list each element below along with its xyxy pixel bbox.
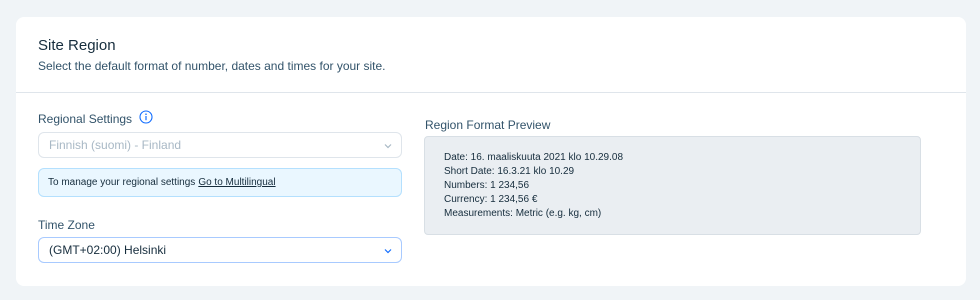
site-region-card: Site Region Select the default format of… <box>16 17 966 286</box>
time-zone-label: Time Zone <box>38 218 95 232</box>
card-header: Site Region Select the default format of… <box>38 37 386 74</box>
preview-currency: Currency: 1 234,56 € <box>444 194 538 205</box>
section-subtitle: Select the default format of number, dat… <box>38 59 386 73</box>
preview-measurements: Measurements: Metric (e.g. kg, cm) <box>444 208 602 219</box>
regional-settings-label: Regional Settings <box>38 112 133 126</box>
regional-settings-notice: To manage your regional settings Go to M… <box>38 168 402 197</box>
info-icon[interactable] <box>139 110 153 124</box>
chevron-down-icon <box>384 144 392 149</box>
time-zone-select[interactable]: (GMT+02:00) Helsinki <box>38 237 402 263</box>
notice-text: To manage your regional settings <box>48 177 196 188</box>
chevron-down-icon <box>384 249 392 254</box>
preview-short-date: Short Date: 16.3.21 klo 10.29 <box>444 166 575 177</box>
region-format-preview-label: Region Format Preview <box>425 118 551 132</box>
section-title: Site Region <box>38 37 116 54</box>
preview-date: Date: 16. maaliskuuta 2021 klo 10.29.08 <box>444 152 624 163</box>
preview-numbers: Numbers: 1 234,56 <box>444 180 530 191</box>
regional-settings-select: Finnish (suomi) - Finland <box>38 132 402 158</box>
regional-settings-value: Finnish (suomi) - Finland <box>49 138 182 152</box>
divider <box>16 92 966 93</box>
go-to-multilingual-link[interactable]: Go to Multilingual <box>198 177 275 188</box>
region-format-preview-box: Date: 16. maaliskuuta 2021 klo 10.29.08 … <box>424 136 921 235</box>
time-zone-value: (GMT+02:00) Helsinki <box>49 243 167 257</box>
